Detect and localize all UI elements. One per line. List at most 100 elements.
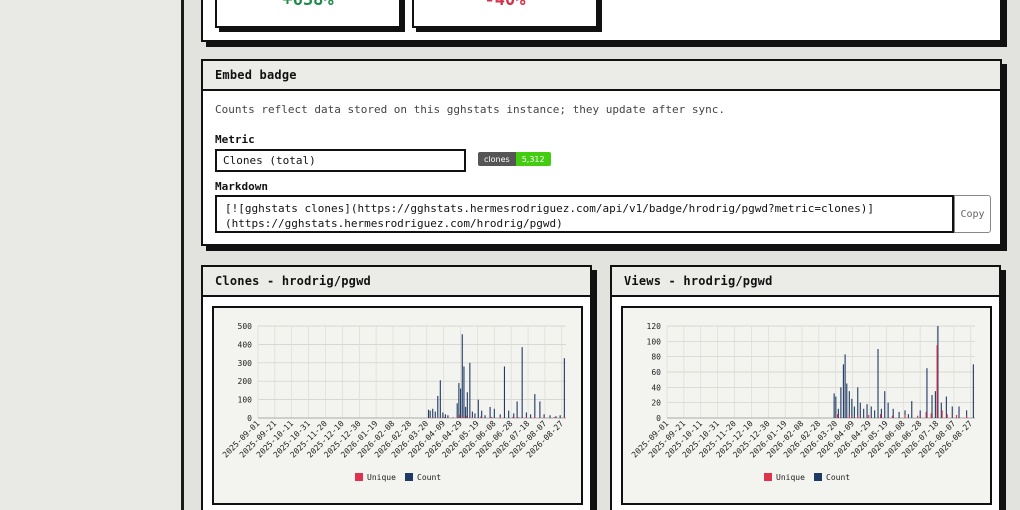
views-bar-count (958, 406, 960, 418)
clones-bar-count (427, 409, 430, 418)
views-bar-count (859, 402, 861, 418)
clones-bar-count (489, 406, 491, 418)
clones-bar-unique (543, 416, 545, 418)
clones-bar-unique (459, 414, 461, 418)
clones-bar-count (460, 388, 462, 418)
views-bar-unique (891, 415, 893, 418)
views-bar-unique (879, 414, 882, 418)
views-bar-unique (966, 415, 968, 418)
views-bar-unique (955, 414, 958, 418)
clones-y-tick: 300 (238, 359, 253, 368)
clones-y-tick: 200 (238, 377, 253, 386)
clones-bar-count (434, 411, 436, 418)
clones-bar-unique (534, 416, 536, 418)
badge-label: clones (478, 152, 516, 166)
metric-label: Metric (215, 133, 255, 146)
badge-preview: clones 5,312 (478, 152, 551, 166)
views-change-card: -40% (412, 0, 598, 28)
clones-legend-count-swatch (405, 473, 413, 481)
views-bar-count (877, 349, 879, 418)
clones-chart-panel: Clones - hrodrig/pgwd 0 100 200 300 400 500 20… (201, 265, 592, 510)
views-bar-unique (925, 411, 927, 418)
views-bar-count (934, 391, 936, 418)
embed-badge-title: Embed badge (203, 61, 1000, 91)
clones-bar-count (432, 408, 434, 418)
views-bar-count (846, 383, 848, 418)
clones-y-tick: 400 (238, 340, 253, 349)
views-y-tick: 120 (647, 322, 662, 331)
clones-bar-count (534, 394, 536, 418)
views-bar-count (844, 354, 846, 418)
views-bar-unique (941, 410, 943, 418)
clones-chart: 01002003004005002025-09-012025-09-212025… (221, 322, 566, 482)
copy-button[interactable]: Copy (954, 195, 991, 233)
metric-select[interactable]: Clones (total) (215, 149, 466, 172)
views-bar-count (848, 391, 850, 418)
clones-bar-unique (553, 417, 555, 418)
views-bar-unique (946, 414, 948, 418)
views-y-tick: 60 (651, 368, 661, 377)
views-bar-count (911, 401, 913, 418)
clones-bar-unique (429, 416, 431, 418)
clones-bar-count (461, 334, 463, 418)
views-chart-panel: Views - hrodrig/pgwd 0 20 40 60 80 100 120 2025… (610, 265, 1001, 510)
views-bar-unique (936, 345, 938, 418)
clones-bar-count (521, 347, 523, 418)
clones-bar-unique (480, 416, 482, 418)
views-legend-unique-swatch (764, 473, 772, 481)
clones-bar-unique (512, 416, 514, 418)
clones-y-tick: 500 (238, 322, 253, 331)
views-bar-count (840, 387, 842, 418)
markdown-label: Markdown (215, 180, 268, 193)
views-legend-unique: Unique (776, 473, 805, 482)
views-bar-count (898, 411, 900, 418)
clones-bar-count (503, 366, 505, 418)
clones-bar-unique (443, 417, 446, 418)
views-bar-unique (836, 414, 839, 418)
clones-bar-count (516, 401, 518, 418)
badge-value: 5,312 (515, 152, 551, 166)
clones-bar-count (463, 366, 465, 418)
views-y-tick: 20 (651, 399, 661, 408)
clones-legend-unique-swatch (355, 473, 363, 481)
clones-bar-unique (471, 417, 473, 418)
views-bar-count (853, 406, 855, 418)
clones-bar-count (563, 358, 565, 418)
embed-description: Counts reflect data stored on this gghst… (215, 103, 725, 116)
clones-bar-count (559, 415, 561, 418)
views-bar-count (866, 404, 868, 418)
clones-chart-frame: 0 100 200 300 400 500 2025-09-01 2025-09-21 2025… (212, 306, 583, 505)
clones-bar-count (437, 395, 439, 418)
clones-bar-unique (518, 417, 520, 418)
views-bar-count (833, 393, 835, 418)
views-bar-unique (904, 414, 906, 418)
views-bar-count (842, 364, 844, 418)
markdown-textarea[interactable]: [![gghstats clones](https://gghstats.her… (215, 195, 954, 233)
stats-panel: +638% -40% (201, 0, 1002, 42)
clones-bar-count (474, 413, 476, 418)
views-chart: 0204060801001202025-09-012025-09-212025-… (630, 322, 975, 482)
clones-bar-count (549, 415, 551, 418)
views-chart-title: Views - hrodrig/pgwd (612, 267, 999, 297)
clones-bar-count (466, 392, 468, 418)
clones-change-card: +638% (215, 0, 401, 28)
views-bar-unique (917, 415, 919, 418)
clones-bar-count (458, 383, 460, 418)
clones-bar-count (429, 410, 431, 418)
views-bar-count (835, 396, 837, 418)
clones-y-tick: 100 (238, 396, 253, 405)
clones-bar-count (493, 408, 495, 418)
embed-badge-panel: Embed badge Counts reflect data stored o… (201, 59, 1002, 246)
views-change-value: -40% (484, 0, 526, 10)
views-bar-count (926, 368, 928, 418)
clones-bar-count (471, 411, 473, 418)
clones-bar-count (469, 362, 471, 418)
clones-bar-unique (525, 416, 527, 418)
clones-bar-count (456, 403, 458, 418)
clones-bar-unique (563, 416, 565, 418)
views-bar-count (857, 387, 859, 418)
views-bar-unique (848, 414, 850, 418)
clones-bar-count (508, 410, 510, 418)
clones-bar-unique (461, 416, 463, 418)
clones-bar-count (484, 415, 486, 418)
